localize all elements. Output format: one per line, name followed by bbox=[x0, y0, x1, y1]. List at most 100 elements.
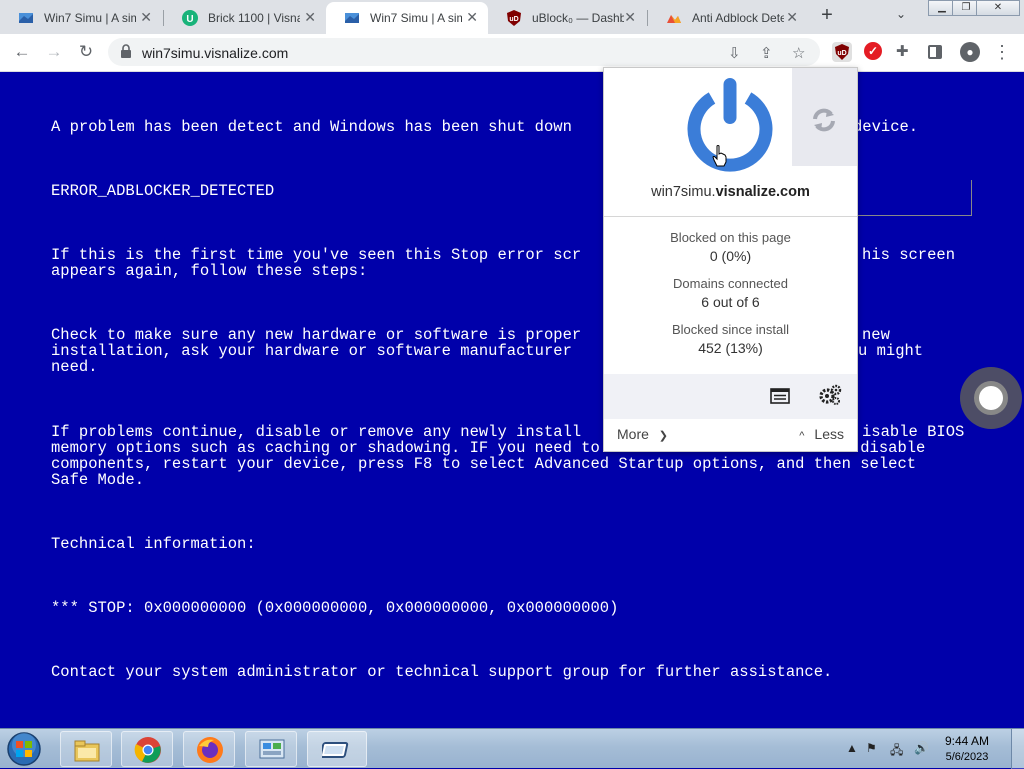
action-center-flag-icon[interactable]: ⚑ bbox=[866, 741, 877, 755]
more-label: More bbox=[617, 426, 649, 442]
url-text[interactable]: win7simu.visnalize.com bbox=[142, 45, 288, 61]
extensions-puzzle-icon[interactable]: ✚ bbox=[896, 42, 916, 62]
close-icon[interactable]: ✕ bbox=[786, 9, 798, 26]
bsod-line: If this is the first time you've seen th… bbox=[51, 246, 582, 264]
bsod-line: Check to make sure any new hardware or s… bbox=[51, 326, 582, 344]
bsod-line: installation, ask your hardware or softw… bbox=[51, 342, 572, 360]
bookmark-star-icon[interactable]: ☆ bbox=[792, 44, 805, 62]
logger-list-icon[interactable] bbox=[770, 388, 790, 404]
show-desktop-button[interactable] bbox=[1011, 729, 1024, 769]
adblock-check-extension-icon[interactable]: ✓ bbox=[864, 42, 882, 60]
install-app-icon[interactable]: ⇩ bbox=[728, 44, 741, 62]
bsod-line: need. bbox=[51, 358, 98, 376]
tab-title: Win7 Simu | A simulator bbox=[44, 11, 136, 25]
kebab-menu-icon[interactable]: ⋮ bbox=[992, 42, 1012, 62]
close-icon[interactable]: ✕ bbox=[624, 9, 636, 26]
reload-button[interactable]: ↻ bbox=[76, 42, 96, 62]
stat-blocked-page: Blocked on this page 0 (0%) bbox=[604, 230, 857, 264]
less-button[interactable]: ^ Less bbox=[799, 426, 844, 442]
bsod-line: device. bbox=[853, 118, 919, 136]
reload-page-button[interactable] bbox=[792, 68, 857, 166]
show-hidden-icons-icon[interactable]: ▲ bbox=[846, 741, 858, 755]
tab-title: Win7 Simu | A simulator bbox=[370, 11, 462, 25]
windows-taskbar: ▲ ⚑ 🖧 🔊 9:44 AM 5/6/2023 bbox=[0, 728, 1024, 769]
stat-label: Domains connected bbox=[673, 276, 788, 291]
bsod-stop-code: *** STOP: 0x000000000 (0x000000000, 0x00… bbox=[51, 599, 619, 617]
popup-tools-bar bbox=[604, 374, 857, 419]
clock-date[interactable]: 5/6/2023 bbox=[938, 751, 996, 763]
chevron-up-icon: ^ bbox=[799, 430, 805, 442]
dashboard-gears-icon[interactable] bbox=[818, 384, 842, 406]
close-window-button[interactable]: ✕ bbox=[976, 0, 1020, 16]
close-icon[interactable]: ✕ bbox=[140, 9, 152, 26]
hand-cursor-icon bbox=[712, 145, 727, 167]
tab-strip: Win7 Simu | A simulator ✕ U Brick 1100 |… bbox=[0, 0, 1024, 34]
hostname-subdomain: win7simu. bbox=[651, 184, 716, 200]
bsod-line: isable BIOS bbox=[862, 423, 965, 441]
start-orb-icon[interactable] bbox=[4, 731, 44, 767]
chevron-down-icon: ❯ bbox=[658, 430, 669, 442]
taskbar-chrome[interactable] bbox=[121, 731, 173, 767]
less-label: Less bbox=[814, 426, 844, 442]
brick-icon: U bbox=[182, 10, 198, 26]
network-icon[interactable]: 🖧 bbox=[890, 741, 903, 762]
close-icon[interactable]: ✕ bbox=[466, 9, 478, 26]
new-tab-button[interactable]: + bbox=[816, 4, 838, 26]
control-panel-icon bbox=[259, 739, 285, 759]
tab-ublock-dashboard[interactable]: uD uBlock₀ — Dashboard ✕ bbox=[488, 2, 646, 34]
close-icon[interactable]: ✕ bbox=[304, 9, 316, 26]
bsod-error-code: ERROR_ADBLOCKER_DETECTED bbox=[51, 182, 275, 200]
tab-anti-adblock[interactable]: Anti Adblock Detector ✕ bbox=[648, 2, 808, 34]
popup-hostname: win7simu.visnalize.com bbox=[604, 184, 857, 200]
bsod-line: appears again, follow these steps: bbox=[51, 262, 368, 280]
ublock-popup: win7simu.visnalize.com Blocked on this p… bbox=[603, 67, 858, 452]
chrome-icon bbox=[134, 737, 161, 763]
taskbar-win7simu[interactable] bbox=[307, 731, 367, 767]
bsod-line: new bbox=[862, 326, 890, 344]
svg-text:uD: uD bbox=[509, 16, 518, 23]
more-button[interactable]: More ❯ bbox=[617, 426, 668, 442]
address-bar[interactable]: win7simu.visnalize.com ⇩ ⇪ ☆ bbox=[108, 38, 820, 66]
firefox-icon bbox=[197, 737, 223, 763]
volume-icon[interactable]: 🔊 bbox=[914, 741, 929, 755]
refresh-icon bbox=[813, 108, 835, 132]
taskbar-firefox[interactable] bbox=[183, 731, 235, 767]
profile-avatar-icon[interactable]: ● bbox=[960, 42, 980, 62]
bsod-line: components, restart your device, press F… bbox=[51, 455, 917, 473]
tab-brick[interactable]: U Brick 1100 | Visnalize ✕ bbox=[164, 2, 326, 34]
stat-value: 452 (13%) bbox=[698, 340, 763, 356]
taskbar-control-panel[interactable] bbox=[245, 731, 297, 767]
assistive-touch-button[interactable] bbox=[960, 367, 1024, 431]
power-switch-icon[interactable] bbox=[682, 76, 778, 172]
ublock-icon: uD bbox=[507, 10, 521, 26]
dialog-outline bbox=[856, 180, 972, 216]
tab-win7simu-active[interactable]: Win7 Simu | A simulator ✕ bbox=[326, 2, 488, 34]
hostname-domain: visnalize.com bbox=[715, 184, 810, 200]
lock-icon[interactable] bbox=[120, 44, 132, 59]
ublock-extension-icon[interactable]: uD bbox=[832, 42, 852, 62]
side-panel-icon[interactable] bbox=[928, 45, 942, 59]
bsod-line: his screen bbox=[862, 246, 956, 264]
win7simu-icon bbox=[345, 13, 359, 23]
bsod-line: If problems continue, disable or remove … bbox=[51, 423, 582, 441]
win7simu-icon bbox=[19, 13, 33, 23]
tab-search-chevron-icon[interactable]: ⌄ bbox=[896, 7, 906, 21]
svg-text:uD: uD bbox=[837, 50, 846, 57]
win7simu-app-icon bbox=[322, 742, 349, 758]
stat-domains: Domains connected 6 out of 6 bbox=[604, 276, 857, 310]
tab-title: Anti Adblock Detector bbox=[692, 11, 784, 25]
stat-label: Blocked on this page bbox=[670, 230, 791, 245]
forward-button[interactable]: → bbox=[44, 42, 64, 62]
bsod-line: A problem has been detect and Windows ha… bbox=[51, 118, 572, 136]
stat-blocked-install: Blocked since install 452 (13%) bbox=[604, 322, 857, 356]
clock-time[interactable]: 9:44 AM bbox=[938, 734, 996, 748]
tab-win7simu-1[interactable]: Win7 Simu | A simulator ✕ bbox=[0, 2, 162, 34]
back-button[interactable]: ← bbox=[12, 42, 32, 62]
stat-label: Blocked since install bbox=[671, 322, 790, 337]
explorer-icon bbox=[74, 740, 100, 762]
share-icon[interactable]: ⇪ bbox=[760, 44, 773, 62]
system-tray: ▲ ⚑ 🖧 🔊 9:44 AM 5/6/2023 bbox=[838, 729, 1024, 769]
taskbar-explorer[interactable] bbox=[60, 731, 112, 767]
svg-text:U: U bbox=[186, 14, 193, 25]
bsod-page: A problem has been detect and Windows ha… bbox=[0, 72, 1024, 728]
